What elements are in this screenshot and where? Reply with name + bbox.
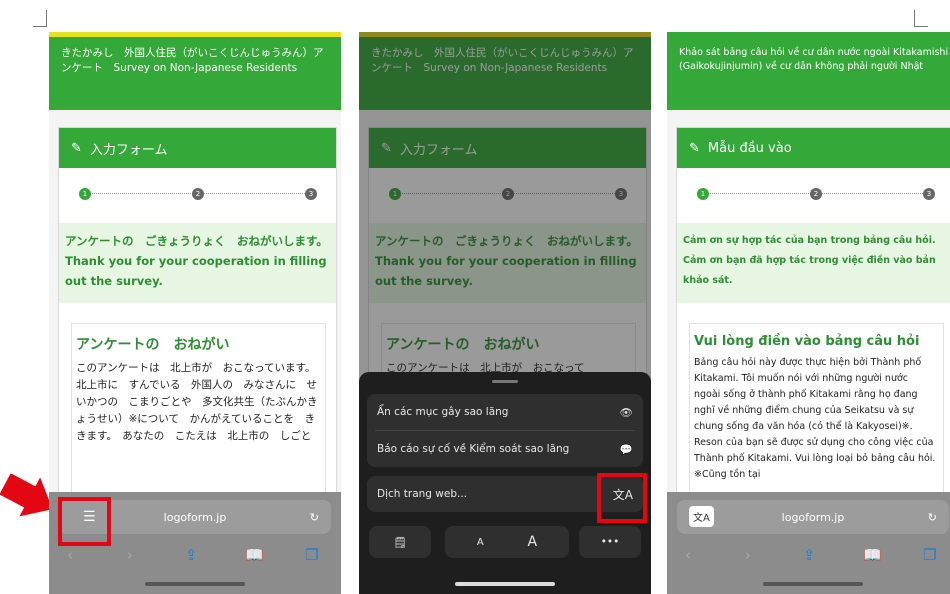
crop-mark-right: [914, 26, 928, 27]
eye-icon: 👁: [619, 406, 633, 419]
crop-mark-left: [33, 26, 47, 27]
header-title: きたかみし 外国人住民（がいこくじんじゅうみん）アンケート Survey on …: [61, 47, 324, 74]
text-size-control: A A: [445, 526, 569, 558]
form-title-bar: ✎ Mẫu đầu vào: [677, 128, 950, 168]
crop-mark-right: [914, 10, 915, 26]
form-title: Mẫu đầu vào: [707, 140, 792, 156]
thanks-en: Thank you for your cooperation in fillin…: [65, 254, 327, 288]
reload-icon[interactable]: ↻: [310, 511, 319, 524]
form-title-bar: ✎ 入力フォーム: [59, 128, 336, 168]
menu-label: Báo cáo sự cố về Kiểm soát sao lãng: [377, 443, 570, 455]
menu-label: Dịch trang web...: [377, 488, 468, 500]
header-title: Khảo sát bảng câu hỏi về cư dân nước ngo…: [679, 47, 949, 72]
step-1: 1: [79, 188, 91, 200]
tabs-icon[interactable]: ❐: [923, 546, 936, 564]
step-2: 2: [810, 188, 822, 200]
thanks-message: Cảm ơn sự hợp tác của bạn trong bảng câu…: [677, 223, 950, 303]
menu-item-report-issue[interactable]: Báo cáo sự cố về Kiểm soát sao lãng 💬: [367, 431, 643, 467]
menu-group-distraction: Ẩn các mục gây sao lãng 👁 Báo cáo sự cố …: [367, 394, 643, 467]
notice-body: このアンケートは 北上市が おこなっています。北上市に すんでいる 外国人の み…: [76, 362, 318, 442]
form-card: ✎ 入力フォーム 1 2 3 アンケートの ごきょうりょく おねがいします。 T…: [58, 127, 337, 555]
address-field[interactable]: 文A logoform.jp ↻: [677, 500, 949, 534]
thanks-text: Cảm ơn sự hợp tác của bạn trong bảng câu…: [683, 235, 936, 286]
back-icon[interactable]: ‹: [67, 546, 73, 564]
bookmarks-icon[interactable]: 📖: [863, 546, 882, 564]
browser-toolbar: ‹ › ⇪ 📖 ❐: [667, 540, 950, 594]
highlight-reader-button: [58, 497, 111, 546]
home-indicator: [145, 582, 245, 586]
report-icon: 💬: [619, 443, 633, 456]
notice-title: アンケートの おねがい: [76, 337, 230, 353]
increase-text-button[interactable]: A: [528, 534, 538, 550]
forward-icon[interactable]: ›: [745, 546, 751, 564]
thanks-jp: アンケートの ごきょうりょく おねがいします。: [65, 234, 328, 248]
phone-screen-translated: Khảo sát bảng câu hỏi về cư dân nước ngo…: [667, 32, 950, 594]
home-indicator: [763, 582, 863, 586]
reader-page-button[interactable]: 🗒: [369, 526, 431, 558]
reload-icon[interactable]: ↻: [928, 511, 937, 524]
edit-icon: ✎: [689, 140, 700, 156]
forward-icon[interactable]: ›: [127, 546, 133, 564]
url-text: logoform.jp: [163, 510, 227, 524]
decrease-text-button[interactable]: A: [477, 537, 484, 548]
menu-item-hide-distractions[interactable]: Ẩn các mục gây sao lãng 👁: [367, 394, 643, 430]
form-title: 入力フォーム: [89, 142, 168, 158]
more-button[interactable]: •••: [579, 526, 641, 558]
translate-icon[interactable]: 文A: [689, 506, 714, 527]
back-icon[interactable]: ‹: [685, 546, 691, 564]
url-text: logoform.jp: [781, 510, 845, 524]
menu-label: Ẩn các mục gây sao lãng: [377, 406, 509, 418]
reader-page-icon: 🗒: [393, 536, 407, 549]
tabs-icon[interactable]: ❐: [305, 546, 318, 564]
step-1: 1: [697, 188, 709, 200]
bookmarks-icon[interactable]: 📖: [245, 546, 264, 564]
share-icon[interactable]: ⇪: [185, 546, 198, 564]
highlight-translate-button: [597, 473, 647, 523]
step-indicator: 1 2 3: [79, 188, 317, 200]
step-2: 2: [192, 188, 204, 200]
form-card: ✎ Mẫu đầu vào 1 2 3 Cảm ơn sự hợp tác củ…: [676, 127, 950, 555]
step-3: 3: [923, 188, 935, 200]
notice-title: Vui lòng điền vào bảng câu hỏi: [694, 334, 920, 349]
home-indicator: [455, 582, 555, 586]
crop-mark-left: [46, 10, 47, 26]
browser-toolbar: ‹ › ⇪ 📖 ❐: [49, 540, 341, 594]
page-header: Khảo sát bảng câu hỏi về cư dân nước ngo…: [667, 32, 950, 110]
page-header: きたかみし 外国人住民（がいこくじんじゅうみん）アンケート Survey on …: [49, 32, 341, 110]
step-indicator: 1 2 3: [697, 188, 935, 200]
edit-icon: ✎: [71, 140, 82, 156]
step-3: 3: [305, 188, 317, 200]
share-icon[interactable]: ⇪: [803, 546, 816, 564]
thanks-message: アンケートの ごきょうりょく おねがいします。 Thank you for yo…: [59, 223, 336, 303]
notice-body: Bảng câu hỏi này được thực hiện bởi Thàn…: [694, 357, 936, 480]
sheet-grabber[interactable]: [492, 380, 518, 383]
more-icon: •••: [600, 536, 620, 548]
